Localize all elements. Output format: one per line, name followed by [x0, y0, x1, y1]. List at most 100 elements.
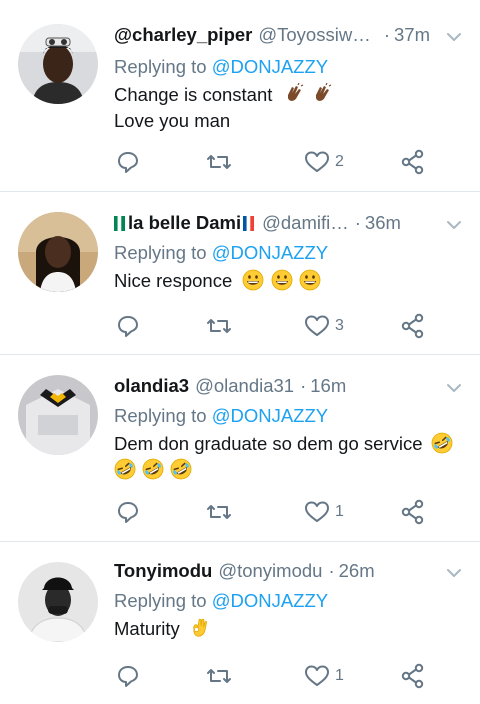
display-name[interactable]: Tonyimodu — [114, 560, 212, 582]
replying-to-label: Replying to — [114, 405, 207, 426]
reply-icon — [118, 666, 138, 687]
like-button[interactable]: 1 — [304, 662, 344, 690]
avatar[interactable] — [18, 375, 98, 455]
tweet-header: olandia3 @olandia31 · 16m — [114, 374, 466, 398]
display-name[interactable]: la belle Dami — [128, 212, 241, 234]
reply-button[interactable] — [116, 662, 140, 690]
timestamp[interactable]: 37m — [394, 24, 430, 46]
grin-icon — [271, 269, 292, 291]
display-name[interactable]: @charley_piper — [114, 24, 252, 46]
heart-icon — [305, 315, 329, 336]
retweet-icon — [207, 155, 231, 169]
retweet-button[interactable] — [206, 498, 232, 526]
retweet-icon — [207, 505, 231, 519]
share-button[interactable] — [400, 148, 426, 176]
rofl-icon — [114, 458, 136, 480]
reply-button[interactable] — [116, 148, 140, 176]
reply-icon — [118, 152, 138, 173]
rofl-icon — [170, 458, 192, 480]
replying-to: Replying to @DONJAZZY — [114, 590, 328, 612]
avatar[interactable] — [18, 562, 98, 642]
tweet-actions: 1 — [114, 498, 434, 526]
tweet-4[interactable]: Tonyimodu @tonyimodu · 26m Replying to @… — [0, 542, 480, 704]
share-icon — [401, 663, 424, 689]
share-button[interactable] — [400, 662, 426, 690]
tweet-actions: 2 — [114, 148, 434, 176]
tweet-text: Dem don graduate so dem go service — [114, 431, 466, 483]
grin-icon — [243, 269, 264, 291]
share-button[interactable] — [400, 498, 426, 526]
grin-icon — [299, 269, 321, 291]
mention-link[interactable]: @DONJAZZY — [212, 242, 328, 263]
avatar-image — [18, 24, 98, 104]
tweet-text-line: Maturity — [114, 618, 180, 639]
replying-to-label: Replying to — [114, 590, 207, 611]
avatar-image — [18, 562, 98, 642]
chevron-down-icon[interactable] — [444, 563, 464, 583]
mention-link[interactable]: @DONJAZZY — [212, 590, 328, 611]
like-count: 1 — [335, 667, 344, 684]
tweet-text: Nice responce — [114, 268, 466, 294]
separator-dot: · — [383, 24, 390, 45]
rofl-icon — [431, 432, 453, 454]
tweet-header: @charley_piper @Toyossiwh… · 37m — [114, 23, 466, 47]
tweet-header: Tonyimodu @tonyimodu · 26m — [114, 559, 466, 583]
tweet-text-line: Nice responce — [114, 270, 233, 291]
replying-to: Replying to @DONJAZZY — [114, 405, 328, 427]
tweet-1[interactable]: @charley_piper @Toyossiwh… · 37m Replyin… — [0, 0, 480, 191]
retweet-button[interactable] — [206, 148, 232, 176]
chevron-down-icon[interactable] — [444, 27, 464, 47]
like-button[interactable]: 1 — [304, 498, 344, 526]
like-count: 3 — [335, 317, 344, 334]
user-handle[interactable]: @Toyossiwh… — [258, 24, 377, 46]
retweet-button[interactable] — [206, 312, 232, 340]
timestamp[interactable]: 26m — [339, 560, 375, 582]
tweet-3[interactable]: olandia3 @olandia31 · 16m Replying to @D… — [0, 355, 480, 541]
heart-icon — [305, 501, 329, 522]
like-button[interactable]: 3 — [304, 312, 344, 340]
chevron-down-icon[interactable] — [444, 378, 464, 398]
retweet-icon — [207, 669, 231, 683]
replying-to-label: Replying to — [114, 56, 207, 77]
replying-to: Replying to @DONJAZZY — [114, 56, 328, 78]
tweet-2[interactable]: la belle Dami @damifi… · 36m Replying to… — [0, 192, 480, 354]
avatar[interactable] — [18, 24, 98, 104]
retweet-icon — [207, 319, 231, 333]
mention-link[interactable]: @DONJAZZY — [212, 405, 328, 426]
avatar[interactable] — [18, 212, 98, 292]
display-name[interactable]: olandia3 — [114, 375, 189, 397]
tweet-text-line: Dem don graduate so dem go service — [114, 433, 423, 454]
chevron-down-icon[interactable] — [444, 215, 464, 235]
share-icon — [401, 499, 424, 525]
nigeria-flag-icon — [114, 215, 125, 231]
user-handle[interactable]: @damifi… — [262, 212, 349, 234]
share-icon — [401, 313, 424, 339]
rofl-icon — [142, 458, 164, 480]
tweet-text-line: Change is constant — [114, 84, 273, 105]
share-button[interactable] — [400, 312, 426, 340]
like-button[interactable]: 2 — [304, 148, 344, 176]
timestamp[interactable]: 36m — [365, 212, 401, 234]
tweet-header: la belle Dami @damifi… · 36m — [114, 211, 466, 235]
retweet-button[interactable] — [206, 662, 232, 690]
reply-button[interactable] — [116, 498, 140, 526]
tweet-actions: 3 — [114, 312, 434, 340]
reply-icon — [118, 316, 138, 337]
mention-link[interactable]: @DONJAZZY — [212, 56, 328, 77]
timestamp[interactable]: 16m — [310, 375, 346, 397]
avatar-image — [18, 212, 98, 292]
tweet-text: Maturity — [114, 616, 466, 642]
tweet-actions: 1 — [114, 662, 434, 690]
ok-hand-icon — [193, 618, 207, 637]
user-handle[interactable]: @olandia31 — [195, 375, 294, 397]
heart-icon — [305, 665, 329, 686]
like-count: 2 — [335, 153, 344, 170]
clap-brown-icon — [315, 83, 331, 101]
tweet-text-line: Love you man — [114, 110, 231, 131]
heart-icon — [305, 151, 329, 172]
replying-to-label: Replying to — [114, 242, 207, 263]
separator-dot: · — [328, 560, 335, 581]
reply-button[interactable] — [116, 312, 140, 340]
share-icon — [401, 149, 424, 175]
user-handle[interactable]: @tonyimodu — [218, 560, 322, 582]
